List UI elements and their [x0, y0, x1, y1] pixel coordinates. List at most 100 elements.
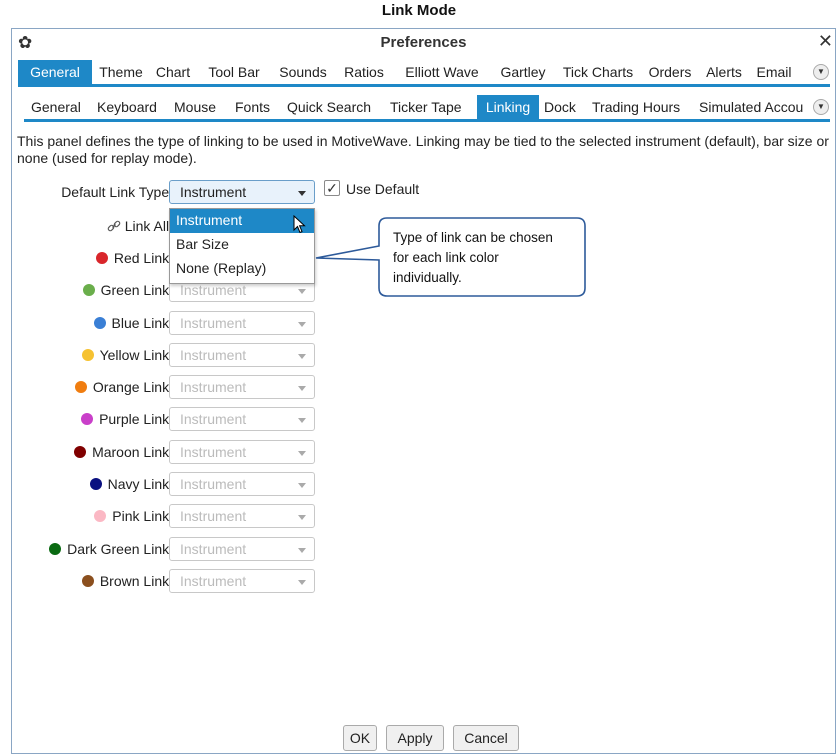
- red-dot-icon: [95, 252, 108, 264]
- tab-general[interactable]: General: [18, 60, 92, 84]
- maroon-link-select[interactable]: Instrument: [169, 440, 315, 464]
- dark-green-link-value: Instrument: [180, 541, 247, 557]
- subtab-quick-search[interactable]: Quick Search: [287, 95, 371, 119]
- close-icon[interactable]: ✕: [818, 31, 833, 52]
- annotation-callout: Type of link can be chosen for each link…: [315, 217, 586, 297]
- chevron-down-icon: [298, 322, 306, 327]
- chevron-down-icon: [298, 191, 306, 196]
- blue-dot-icon: [93, 317, 106, 329]
- yellow-dot-icon: [81, 349, 94, 361]
- tab-orders[interactable]: Orders: [642, 60, 698, 84]
- tab-tool-bar[interactable]: Tool Bar: [198, 60, 270, 84]
- orange-link-select[interactable]: Instrument: [169, 375, 315, 399]
- apply-button[interactable]: Apply: [386, 725, 444, 751]
- green-link-label: Green Link:: [82, 282, 173, 298]
- purple-link-select[interactable]: Instrument: [169, 407, 315, 431]
- navy-link-text: Navy Link:: [107, 476, 173, 492]
- red-link-text: Red Link:: [113, 250, 173, 266]
- link-all-label: Link All:: [107, 218, 173, 234]
- maroon-dot-icon: [74, 446, 87, 458]
- brown-link-select[interactable]: Instrument: [169, 569, 315, 593]
- dark-green-link-select[interactable]: Instrument: [169, 537, 315, 561]
- tabs-overflow-button[interactable]: ▼: [813, 64, 829, 80]
- red-link-label: Red Link:: [95, 250, 173, 266]
- chevron-down-icon: [298, 483, 306, 488]
- pink-dot-icon: [94, 510, 107, 522]
- callout-line-1: Type of link can be chosen: [393, 230, 553, 245]
- tab-alerts[interactable]: Alerts: [700, 60, 748, 84]
- chevron-down-icon: [298, 289, 306, 294]
- ok-button[interactable]: OK: [343, 725, 377, 751]
- tab-elliott-wave[interactable]: Elliott Wave: [394, 60, 490, 84]
- blue-link-text: Blue Link:: [111, 315, 173, 331]
- panel-description: This panel defines the type of linking t…: [17, 133, 829, 166]
- tab-tick-charts[interactable]: Tick Charts: [556, 60, 640, 84]
- link-all-text: Link All:: [124, 218, 173, 234]
- orange-dot-icon: [74, 381, 87, 393]
- pink-link-select[interactable]: Instrument: [169, 504, 315, 528]
- tab-chart[interactable]: Chart: [150, 60, 196, 84]
- tab-theme[interactable]: Theme: [94, 60, 148, 84]
- pink-link-value: Instrument: [180, 508, 247, 524]
- blue-link-select[interactable]: Instrument: [169, 311, 315, 335]
- orange-link-text: Orange Link:: [92, 379, 173, 395]
- default-link-type-label: Default Link Type:: [61, 184, 173, 200]
- use-default-checkbox[interactable]: ✓: [324, 180, 340, 196]
- tab-ratios[interactable]: Ratios: [336, 60, 392, 84]
- brown-link-value: Instrument: [180, 573, 247, 589]
- maroon-link-label: Maroon Link:: [74, 444, 173, 460]
- navy-dot-icon: [89, 478, 102, 490]
- option-bar-size[interactable]: Bar Size: [170, 233, 314, 257]
- subtab-trading-hours[interactable]: Trading Hours: [592, 95, 680, 119]
- subtab-keyboard[interactable]: Keyboard: [97, 95, 157, 119]
- subtab-mouse[interactable]: Mouse: [174, 95, 216, 119]
- window-title: Preferences: [380, 34, 467, 51]
- green-link-value: Instrument: [180, 282, 247, 298]
- brown-link-label: Brown Link:: [81, 573, 173, 589]
- navy-link-value: Instrument: [180, 476, 247, 492]
- chevron-down-icon: [298, 418, 306, 423]
- callout-line-2: for each link color: [393, 250, 499, 265]
- blue-link-label: Blue Link:: [93, 315, 173, 331]
- subtab-simulated-account[interactable]: Simulated Accou: [699, 95, 813, 119]
- dark-green-link-text: Dark Green Link:: [67, 541, 173, 557]
- green-dot-icon: [82, 284, 95, 296]
- option-none-replay[interactable]: None (Replay): [170, 257, 314, 281]
- purple-link-text: Purple Link:: [99, 411, 173, 427]
- subtab-linking[interactable]: Linking: [477, 95, 539, 119]
- maroon-link-text: Maroon Link:: [92, 444, 173, 460]
- mouse-cursor-icon: [293, 215, 306, 234]
- pink-link-text: Pink Link:: [112, 508, 173, 524]
- purple-dot-icon: [81, 413, 94, 425]
- default-link-type-value: Instrument: [180, 184, 247, 200]
- tab-gartley[interactable]: Gartley: [492, 60, 554, 84]
- dark-green-dot-icon: [49, 543, 62, 555]
- default-link-type-select[interactable]: Instrument: [169, 180, 315, 204]
- tab-email[interactable]: Email: [750, 60, 798, 84]
- subtab-general[interactable]: General: [31, 95, 81, 119]
- yellow-link-value: Instrument: [180, 347, 247, 363]
- tab-sounds[interactable]: Sounds: [272, 60, 334, 84]
- orange-link-value: Instrument: [180, 379, 247, 395]
- use-default-label: Use Default: [346, 181, 420, 197]
- cancel-button[interactable]: Cancel: [453, 725, 519, 751]
- subtab-ticker-tape[interactable]: Ticker Tape: [390, 95, 462, 119]
- chevron-down-icon: [298, 548, 306, 553]
- yellow-link-label: Yellow Link:: [81, 347, 173, 363]
- subtab-dock[interactable]: Dock: [544, 95, 576, 119]
- blue-link-value: Instrument: [180, 315, 247, 331]
- chevron-down-icon: [298, 515, 306, 520]
- yellow-link-select[interactable]: Instrument: [169, 343, 315, 367]
- caption-title: Link Mode: [381, 2, 457, 19]
- green-link-text: Green Link:: [100, 282, 173, 298]
- subtabs-overflow-button[interactable]: ▼: [813, 99, 829, 115]
- subtab-fonts[interactable]: Fonts: [235, 95, 270, 119]
- maroon-link-value: Instrument: [180, 444, 247, 460]
- primary-tabs: General Theme Chart Tool Bar Sounds Rati…: [18, 60, 830, 87]
- title-bar: ✿ Preferences ✕: [12, 29, 835, 57]
- chevron-down-icon: [298, 386, 306, 391]
- navy-link-select[interactable]: Instrument: [169, 472, 315, 496]
- chevron-down-icon: [298, 451, 306, 456]
- pink-link-label: Pink Link:: [94, 508, 173, 524]
- dark-green-link-label: Dark Green Link:: [49, 541, 173, 557]
